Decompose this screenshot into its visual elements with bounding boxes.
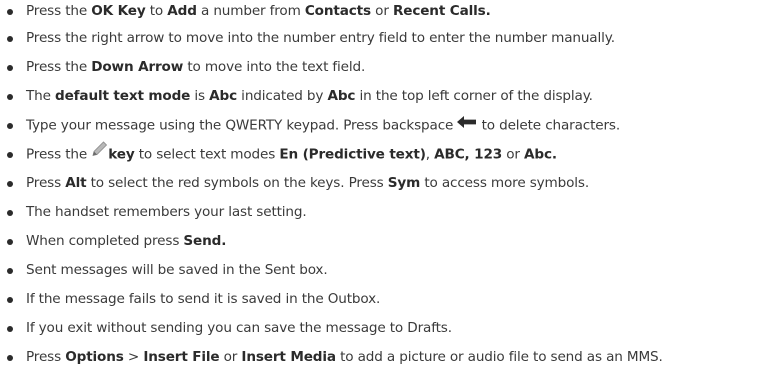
- item-bold-text: Options: [65, 349, 124, 365]
- item-text: Press: [26, 349, 66, 365]
- list-item: The default text mode is Abc indicated b…: [0, 82, 773, 111]
- item-bold-text: Add: [167, 3, 197, 19]
- backspace-arrow-icon: [457, 110, 477, 139]
- item-text: ,: [425, 146, 435, 163]
- item-text: to select the red symbols on the keys. P…: [86, 175, 388, 191]
- item-text: The: [26, 88, 56, 104]
- bullet-dot: [7, 180, 13, 187]
- bullet-dot: [7, 35, 13, 42]
- bullet-dot: [7, 354, 13, 361]
- bullet-dot: [7, 209, 13, 216]
- item-text: >: [123, 349, 144, 365]
- item-text: When completed press: [26, 233, 184, 249]
- list-item: The handset remembers your last setting.: [0, 198, 773, 227]
- item-text: is: [190, 88, 210, 104]
- list-item: Press the OK Key to Add a number from Co…: [0, 0, 773, 24]
- item-text: to delete characters.: [477, 117, 621, 134]
- instruction-document: Press the OK Key to Add a number from Co…: [0, 0, 773, 378]
- item-text: to select text modes: [134, 146, 280, 163]
- item-bold-text: ABC, 123: [434, 146, 503, 163]
- item-bold-text: Down Arrow: [91, 59, 184, 75]
- bullet-dot: [7, 122, 13, 129]
- list-item: Press Options > Insert File or Insert Me…: [0, 343, 773, 372]
- item-text: Press the right arrow to move into the n…: [26, 30, 615, 46]
- item-bold-text: default text mode: [55, 88, 191, 104]
- item-text: or: [370, 3, 393, 19]
- bullet-dot: [7, 238, 13, 245]
- bullet-dot: [7, 296, 13, 303]
- item-text: indicated by: [237, 88, 328, 104]
- list-item: Press the Down Arrow to move into the te…: [0, 53, 773, 82]
- item-text: If you exit without sending you can save…: [26, 320, 452, 336]
- bullet-dot: [7, 9, 13, 15]
- list-item: Type your message using the QWERTY keypa…: [0, 111, 773, 140]
- instruction-list: Press the OK Key to Add a number from Co…: [0, 0, 773, 372]
- item-bold-text: Insert File: [143, 349, 220, 365]
- item-text: to access more symbols.: [420, 175, 590, 191]
- item-bold-text: Recent Calls.: [392, 3, 491, 19]
- item-bold-text: OK Key: [91, 3, 146, 19]
- pencil-icon: [91, 139, 108, 168]
- list-item: Press the key to select text modes En (P…: [0, 140, 773, 169]
- item-text: to add a picture or audio file to send a…: [335, 349, 663, 365]
- item-text: Press: [26, 175, 66, 191]
- item-text: Press the: [26, 3, 92, 19]
- bullet-dot: [7, 151, 13, 158]
- item-text: or: [219, 349, 242, 365]
- list-item: Press the right arrow to move into the n…: [0, 24, 773, 53]
- item-bold-text: Insert Media: [241, 349, 336, 365]
- item-bold-text: Contacts: [304, 3, 371, 19]
- list-item: Press Alt to select the red symbols on t…: [0, 169, 773, 198]
- item-bold-text: key: [108, 146, 135, 163]
- item-text: to: [145, 3, 168, 19]
- item-text: Sent messages will be saved in the Sent …: [26, 262, 328, 278]
- item-bold-text: Send.: [183, 233, 227, 249]
- list-item: Sent messages will be saved in the Sent …: [0, 256, 773, 285]
- item-bold-text: En (Predictive text): [279, 146, 426, 163]
- item-text: to move into the text field.: [183, 59, 366, 75]
- item-bold-text: Alt: [65, 175, 87, 191]
- item-text: Press the: [26, 59, 92, 75]
- item-text: Press the: [26, 146, 92, 163]
- item-text: If the message fails to send it is saved…: [26, 291, 381, 307]
- item-bold-text: Abc: [327, 88, 356, 104]
- bullet-dot: [7, 64, 13, 71]
- bullet-dot: [7, 93, 13, 100]
- item-text: or: [502, 146, 525, 163]
- bullet-dot: [7, 267, 13, 274]
- item-bold-text: Abc: [209, 88, 238, 104]
- list-item: If the message fails to send it is saved…: [0, 285, 773, 314]
- item-text: The handset remembers your last setting.: [26, 204, 307, 220]
- list-item: If you exit without sending you can save…: [0, 314, 773, 343]
- item-text: Type your message using the QWERTY keypa…: [26, 117, 458, 134]
- bullet-dot: [7, 325, 13, 332]
- list-item: When completed press Send.: [0, 227, 773, 256]
- item-bold-text: Sym: [387, 175, 421, 191]
- item-text: a number from: [196, 3, 305, 19]
- item-text: in the top left corner of the display.: [355, 88, 593, 104]
- item-bold-text: Abc.: [524, 146, 557, 163]
